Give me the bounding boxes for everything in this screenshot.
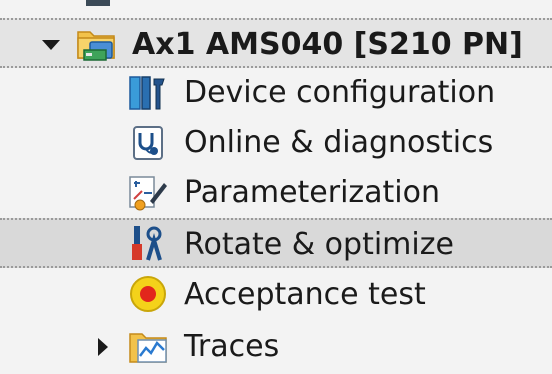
tree-item-device-configuration[interactable]: Device configuration [0, 68, 552, 118]
tree-item-online-diagnostics[interactable]: Online & diagnostics [0, 118, 552, 168]
previous-item-stub [86, 0, 110, 6]
tree-item-label: Acceptance test [184, 277, 426, 312]
tree-item-rotate-optimize[interactable]: Rotate & optimize [0, 218, 552, 268]
tree-item-acceptance-test[interactable]: Acceptance test [0, 270, 552, 320]
acceptance-test-icon [130, 276, 166, 312]
trace-folder-icon [129, 333, 167, 363]
drive-folder-icon [77, 31, 115, 61]
tree-item-label: Parameterization [184, 175, 441, 210]
tree-item-label: Online & diagnostics [184, 125, 494, 160]
tree-item-label: Rotate & optimize [184, 227, 454, 262]
device-config-icon [129, 76, 165, 110]
tree-item-traces[interactable]: Traces [0, 322, 552, 372]
tools-icon [132, 226, 162, 261]
tree-item-drive[interactable]: Ax1 AMS040 [S210 PN] [0, 18, 552, 68]
tree-item-label: Device configuration [184, 75, 496, 110]
tree-item-parameterization[interactable]: Parameterization [0, 168, 552, 218]
parameterization-icon [129, 176, 167, 211]
expand-arrow-icon[interactable] [42, 40, 60, 50]
expand-arrow-icon[interactable] [98, 338, 108, 356]
diagnostics-icon [133, 126, 163, 160]
tree-item-label: Traces [184, 329, 280, 364]
tree-item-label: Ax1 AMS040 [S210 PN] [132, 27, 523, 62]
top-strip [0, 0, 552, 14]
